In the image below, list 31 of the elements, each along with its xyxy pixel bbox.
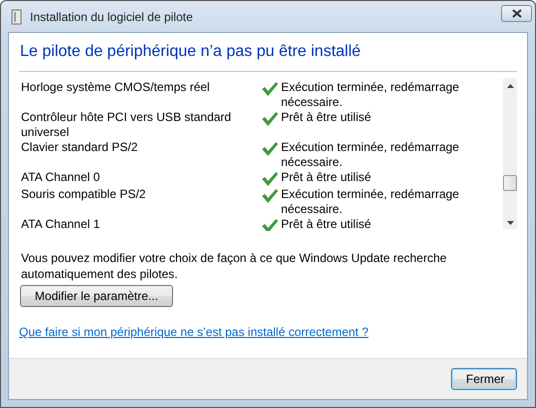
device-status: Exécution terminée, redémarrage nécessaire.: [281, 80, 460, 110]
window-title: Installation du logiciel de pilote: [30, 10, 193, 24]
dialog-heading: Le pilote de périphérique n’a pas pu être installé: [20, 43, 362, 62]
scrollbar[interactable]: [503, 78, 517, 229]
check-icon: [261, 188, 279, 204]
check-icon: [261, 218, 279, 231]
scroll-thumb[interactable]: [503, 175, 517, 191]
close-button[interactable]: Fermer: [451, 368, 517, 390]
info-text: Vous pouvez modifier votre choix de façon à ce que Windows Update recherche automatiquement des pilotes.: [21, 250, 448, 282]
check-icon: [261, 171, 279, 187]
device-name: Horloge système CMOS/temps réel: [21, 80, 211, 96]
scroll-down-icon[interactable]: [506, 221, 514, 225]
device-status: Exécution terminée, redémarrage nécessaire.: [281, 140, 460, 170]
check-icon: [261, 141, 279, 157]
device-name: Clavier standard PS/2: [21, 140, 139, 156]
device-status: Exécution terminée, redémarrage nécessaire.: [281, 187, 460, 217]
check-icon: [261, 111, 279, 127]
device-name: Contrôleur hôte PCI vers USB standard universel: [21, 110, 232, 140]
help-link[interactable]: Que faire si mon périphérique ne s’est pas installé correctement ?: [19, 325, 369, 339]
device-name: ATA Channel 1: [21, 217, 101, 231]
device-status: Prêt à être utilisé: [281, 217, 372, 231]
scroll-up-icon[interactable]: [506, 84, 514, 88]
driver-icon: [10, 8, 24, 24]
close-button[interactable]: [501, 5, 532, 22]
close-icon: [512, 9, 522, 18]
check-icon: [261, 81, 279, 97]
device-name: Souris compatible PS/2: [21, 187, 147, 203]
device-name: ATA Channel 0: [21, 170, 101, 186]
device-status: Prêt à être utilisé: [281, 110, 372, 126]
settings-button[interactable]: Modifier le paramètre...: [20, 285, 173, 307]
device-status: Prêt à être utilisé: [281, 170, 372, 186]
